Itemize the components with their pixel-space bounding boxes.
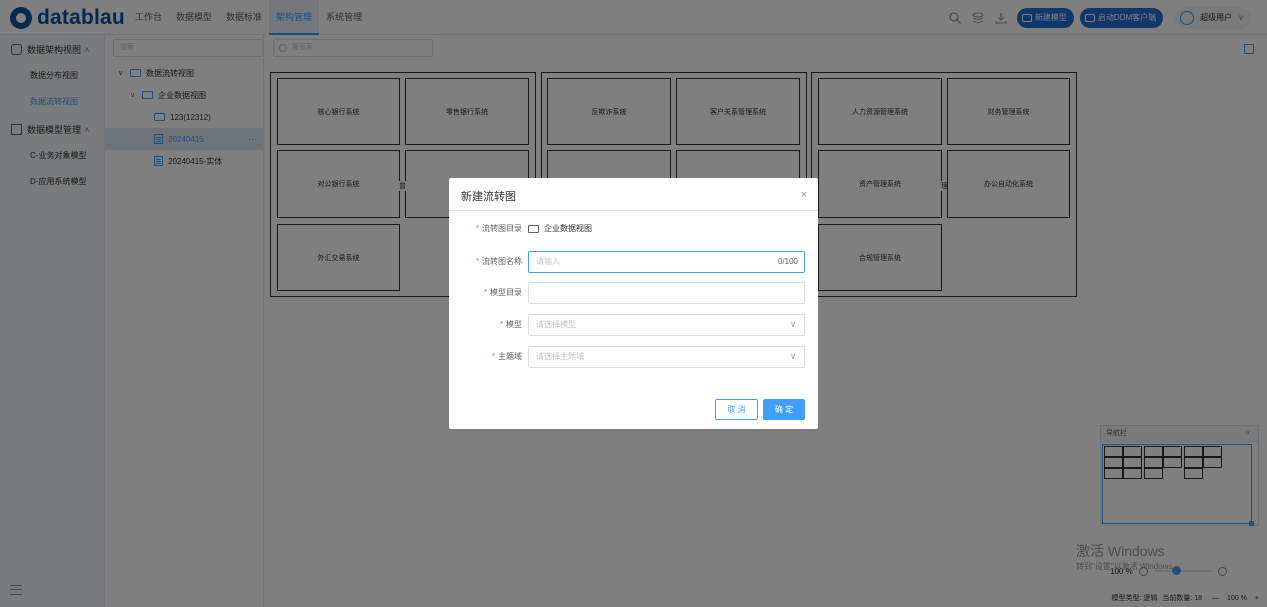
form-row-name: * 流转图名称 请输入 0/100 [449, 251, 818, 273]
select-placeholder: 请选择模型 [536, 320, 576, 329]
close-icon[interactable]: × [801, 189, 807, 201]
flow-name-input[interactable]: 请输入 0/100 [528, 251, 805, 273]
input-placeholder: 请输入 [536, 257, 560, 266]
confirm-button[interactable]: 确 定 [763, 399, 805, 420]
subject-area-select[interactable]: 请选择主题域 ∨ [528, 346, 805, 368]
field-label: * 流转图名称 [475, 257, 522, 266]
dialog-title: 新建流转图 [461, 191, 516, 203]
field-label: * 主题域 [491, 352, 522, 361]
model-directory-input[interactable] [528, 282, 805, 304]
new-flow-diagram-dialog: 新建流转图 × * 流转图目录 企业数据视图 * 流转图名称 请输入 0/100 *… [449, 178, 818, 429]
folder-icon [528, 225, 539, 233]
model-select[interactable]: 请选择模型 ∨ [528, 314, 805, 336]
cancel-button[interactable]: 取 消 [715, 399, 758, 420]
form-row-model: * 模型 请选择模型 ∨ [449, 314, 818, 336]
directory-text: 企业数据视图 [544, 224, 592, 233]
char-counter: 0/100 [777, 257, 798, 266]
dialog-divider [449, 210, 818, 211]
select-placeholder: 请选择主题域 [536, 352, 584, 361]
field-label: * 流转图目录 [475, 224, 522, 233]
form-row-model-directory: * 模型目录 [449, 282, 818, 304]
field-label: * 模型 [499, 320, 522, 329]
chevron-down-icon: ∨ [790, 320, 796, 329]
directory-value: 企业数据视图 [528, 218, 592, 240]
form-row-directory: * 流转图目录 企业数据视图 [449, 218, 818, 240]
chevron-down-icon: ∨ [790, 352, 796, 361]
field-label: * 模型目录 [483, 288, 522, 297]
form-row-subject-area: * 主题域 请选择主题域 ∨ [449, 346, 818, 368]
